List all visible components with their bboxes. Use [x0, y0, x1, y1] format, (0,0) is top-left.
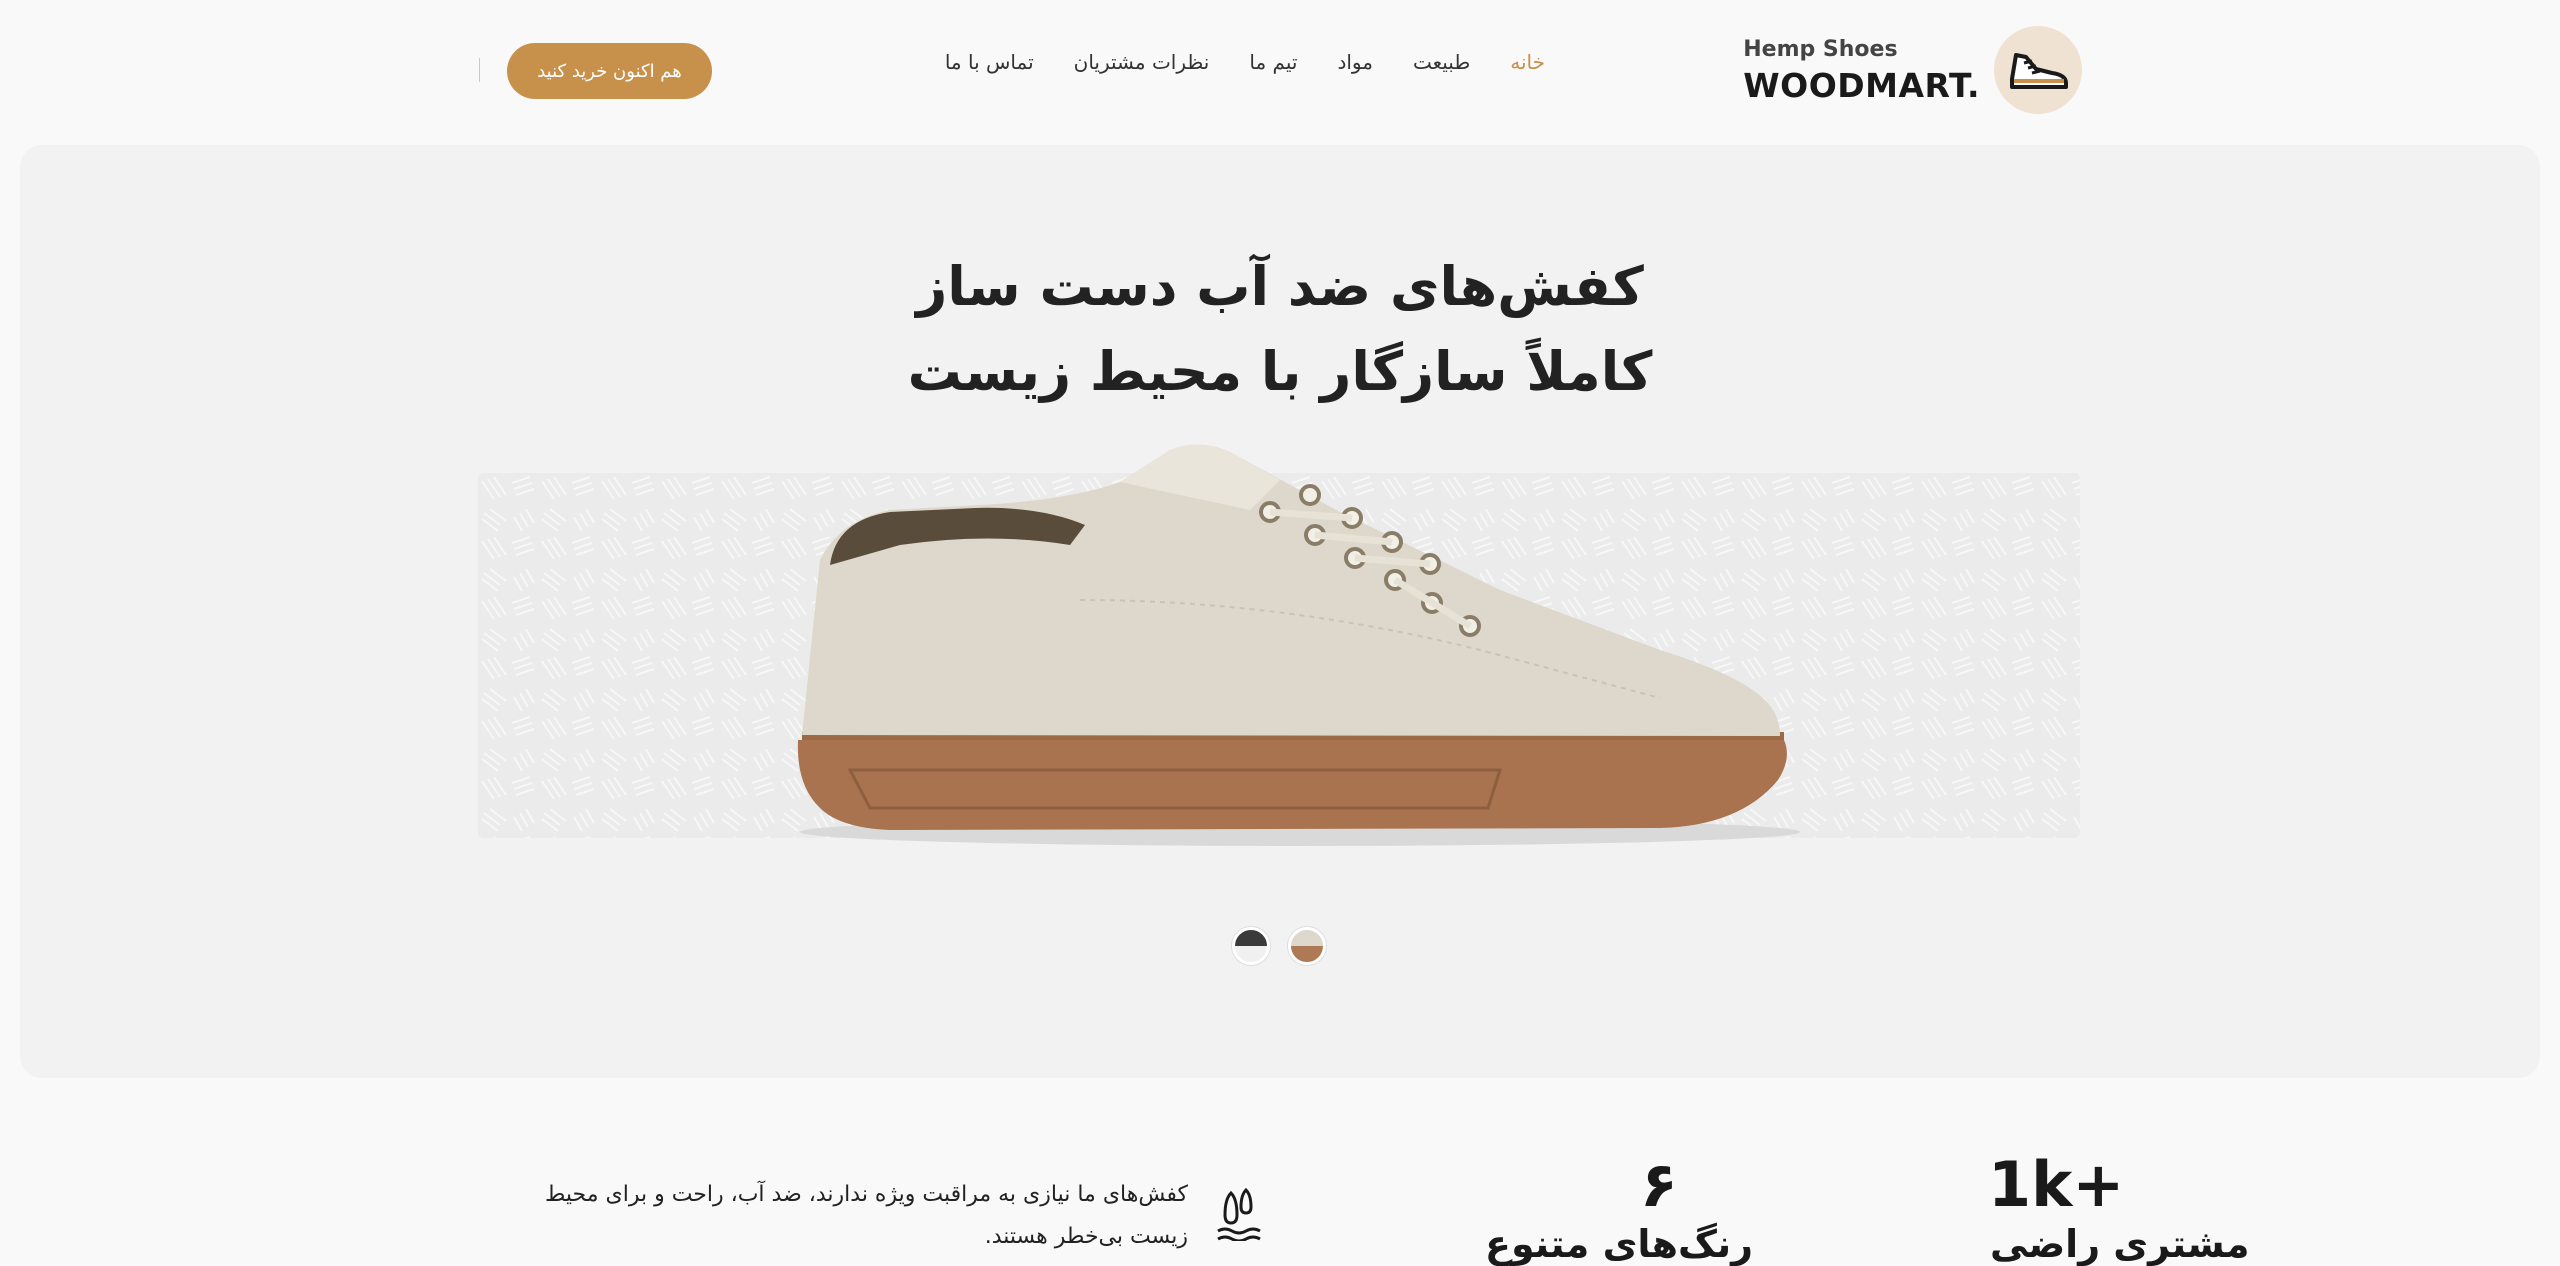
main-nav: خانه طبیعت مواد تیم ما نظرات مشتریان تما… [945, 50, 1545, 74]
hero-section: کفش‌های ضد آب دست ساز کاملاً سازگار با م… [20, 145, 2540, 1078]
nav-testimonials[interactable]: نظرات مشتریان [1074, 50, 1210, 74]
nav-home[interactable]: خانه [1510, 50, 1545, 74]
feature-description: کفش‌های ما نیازی به مراقبت ویژه ندارند، … [544, 1182, 1188, 1249]
site-header: Hemp Shoes WOODMART. خانه طبیعت مواد تیم… [0, 0, 2560, 140]
header-divider [479, 58, 480, 82]
shoe-product-image [780, 440, 1820, 860]
nav-contact[interactable]: تماس با ما [945, 50, 1034, 74]
logo-title: WOODMART. [1743, 65, 1980, 105]
stat-customers-value: 1k+ [1988, 1148, 2125, 1221]
hero-title-line1: کفش‌های ضد آب دست ساز [916, 255, 1644, 318]
color-swatch-dark[interactable] [1232, 927, 1270, 965]
stat-colors-label: رنگ‌های متنوع [1485, 1222, 1754, 1266]
shoe-icon [1994, 26, 2082, 114]
color-swatch-natural[interactable] [1288, 927, 1326, 965]
nav-team[interactable]: تیم ما [1249, 50, 1297, 74]
stat-customers-label: مشتری راضی [1990, 1222, 2250, 1266]
hero-title-line2: کاملاً سازگار با محیط زیست [907, 340, 1653, 403]
shop-now-button[interactable]: هم اکنون خرید کنید [507, 43, 712, 99]
nav-materials[interactable]: مواد [1337, 50, 1373, 74]
water-drop-icon [1215, 1185, 1261, 1243]
nav-nature[interactable]: طبیعت [1413, 50, 1470, 74]
site-logo[interactable]: Hemp Shoes WOODMART. [1743, 26, 2082, 114]
stat-colors-value: ۶ [1640, 1148, 1678, 1221]
logo-subtitle: Hemp Shoes [1743, 36, 1898, 62]
